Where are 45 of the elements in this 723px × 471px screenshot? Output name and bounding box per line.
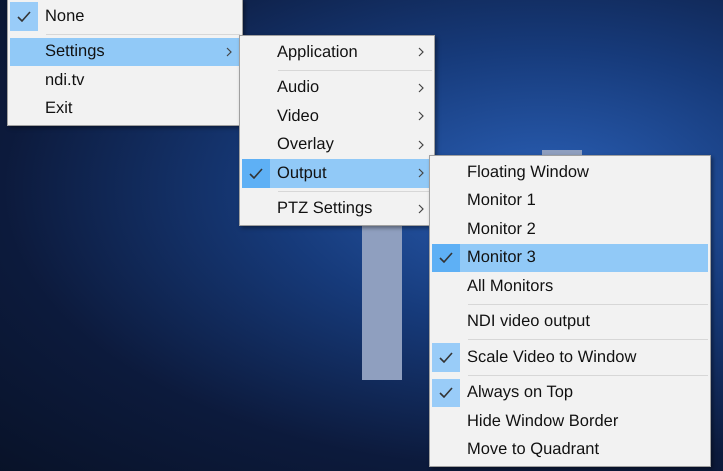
checkmark-icon (439, 387, 453, 398)
menu-item-label: None (45, 6, 86, 26)
menu-item-label: Monitor 3 (467, 248, 537, 268)
checkmark-icon (17, 10, 31, 22)
menu-item[interactable]: Exit (10, 94, 240, 123)
menu-item-label: Overlay (277, 135, 335, 154)
menu-item-label: Exit (45, 99, 74, 118)
menu-item[interactable]: NDI video output (432, 308, 708, 336)
menu-item-label: Floating Window (467, 162, 590, 182)
menu-item-label: Output (277, 164, 328, 183)
menu-item-label: Video (277, 106, 320, 126)
menu-item-label: Monitor 2 (467, 220, 537, 239)
menu-item[interactable]: Output (242, 159, 432, 188)
menu-item-label: Hide Window Border (467, 412, 620, 431)
menu-item-label: NDI video output (467, 312, 591, 332)
menu-item[interactable]: All Monitors (432, 272, 708, 300)
menu-item-label: ndi.tv (45, 70, 86, 90)
menu-item[interactable]: Floating Window (432, 158, 708, 186)
menu-item-label: Move to Quadrant (467, 440, 600, 460)
menu-item[interactable]: Monitor 1 (432, 186, 708, 215)
menu-item[interactable]: Audio (242, 74, 432, 102)
menu-item[interactable]: Settings (10, 38, 240, 66)
menu-item-label: Always on Top (467, 383, 574, 402)
menu-item-label: Settings (45, 42, 106, 62)
menu-item-label: Application (277, 42, 359, 62)
menu-item[interactable]: Video (242, 102, 432, 130)
menu-item[interactable]: Hide Window Border (432, 407, 708, 436)
menu-item[interactable]: Always on Top (432, 378, 708, 407)
menu-item-label: All Monitors (467, 276, 554, 296)
menu-item[interactable]: Overlay (242, 130, 432, 159)
menu-item[interactable]: Monitor 3 (432, 244, 708, 272)
menu-item[interactable]: Move to Quadrant (432, 436, 708, 464)
menu-item-label: PTZ Settings (277, 199, 374, 218)
menu-item-label: Scale Video to Window (467, 348, 638, 367)
menu-item[interactable]: Scale Video to Window (432, 343, 708, 372)
checkmark-icon (249, 168, 263, 179)
menu-item-label: Audio (277, 78, 320, 98)
menu-item[interactable]: ndi.tv (10, 66, 240, 94)
menu-item[interactable]: PTZ Settings (242, 194, 432, 223)
menu-item-label: Monitor 1 (467, 191, 537, 210)
menu-item[interactable]: Monitor 2 (432, 215, 708, 244)
checkmark-icon (439, 352, 453, 363)
menu-item[interactable]: Application (242, 38, 432, 66)
checkmark-icon (439, 252, 453, 264)
menu-item[interactable]: None (10, 2, 240, 30)
